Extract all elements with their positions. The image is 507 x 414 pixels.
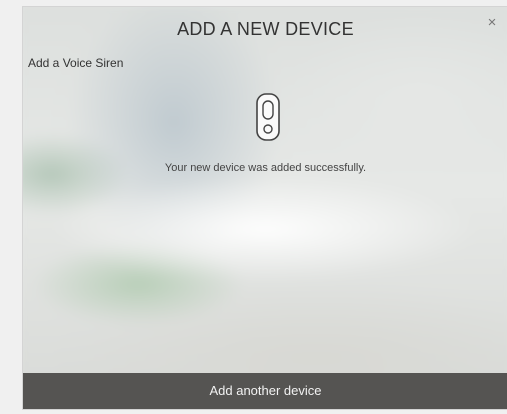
success-message: Your new device was added successfully.: [164, 162, 367, 174]
add-another-device-button[interactable]: Add another device: [23, 373, 507, 409]
add-device-dialog: ADD A NEW DEVICE × Add a Voice Siren You…: [22, 6, 507, 410]
voice-siren-icon: [256, 93, 280, 141]
close-icon[interactable]: ×: [484, 15, 500, 31]
dialog-title: ADD A NEW DEVICE: [177, 19, 354, 39]
device-type-label: Add a Voice Siren: [28, 56, 124, 70]
